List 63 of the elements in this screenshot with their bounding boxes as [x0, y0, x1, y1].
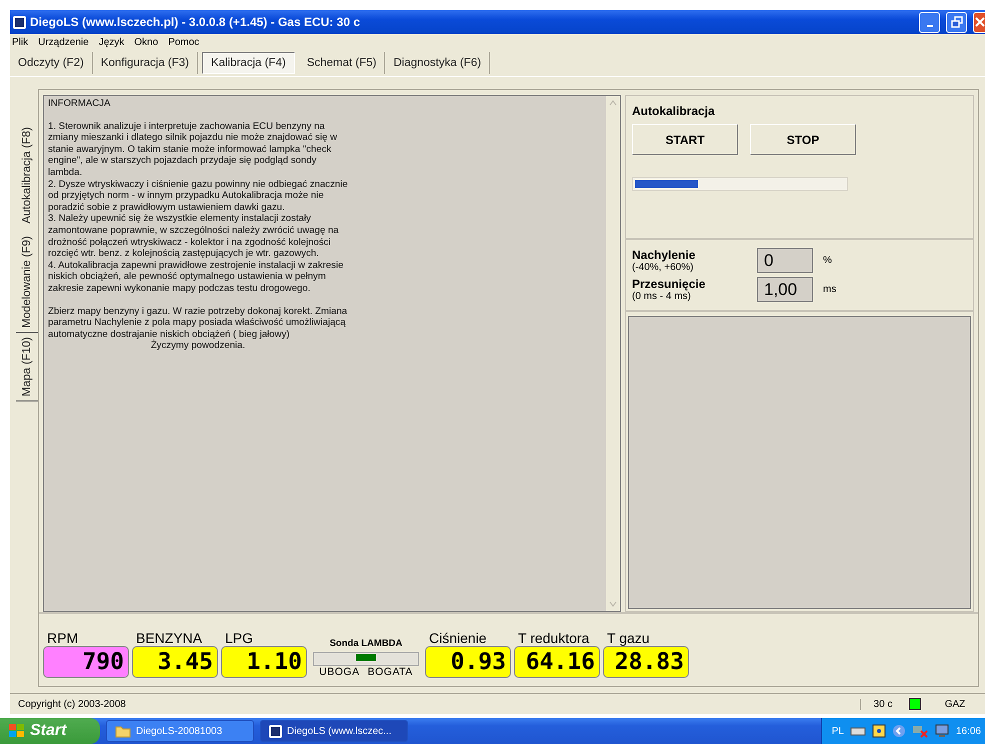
monitor-icon[interactable]	[934, 724, 950, 738]
window-title: DiegoLS (www.lsczech.pl) - 3.0.0.8 (+1.45) - Gas ECU: 30 c	[30, 15, 360, 29]
rich-label: BOGATA	[368, 666, 413, 678]
windows-flag-icon	[8, 723, 26, 739]
unit-label: %	[823, 255, 832, 266]
restore-button[interactable]	[946, 12, 967, 32]
tab[interactable]: Kalibracja (F4)	[202, 52, 295, 74]
info-paragraph: 1. Sterownik analizuje i interpretuje zachowania ECU benzyny na zmiany mieszanki i dlatego silnik pojazdu nie może znajdować się w stanie awaryjnym. O takim stanie może informować lampka "check engine", ale w starszych pojazdach przydaje się podgląd sondy lambda.	[48, 120, 338, 179]
lambda-title: Sonda LAMBDA	[330, 638, 402, 649]
taskbar-item[interactable]: DiegoLS-20081003	[106, 720, 254, 742]
copyright-text: Copyright (c) 2003-2008	[17, 698, 127, 710]
minimize-icon	[926, 25, 932, 27]
keyboard-icon[interactable]	[850, 726, 866, 736]
minimize-button[interactable]	[919, 12, 940, 32]
gauge-display: 1.10	[221, 646, 307, 678]
gauge-display: 28.83	[603, 646, 689, 678]
menu-item[interactable]: Plik	[12, 36, 28, 48]
tab[interactable]: Odczyty (F2)	[10, 52, 93, 74]
menu-item[interactable]: Okno	[134, 36, 158, 48]
info-paragraph: 4. Autokalibracja zapewni prawidłowe zestrojenie instalacji w zakresie niskich obciążeń, ale pewność optymalnego ustawienia w pełnym zakresie zapewni wykonanie mapy podczas testu drogowego.	[48, 260, 344, 294]
gauge-label: RPM	[46, 631, 80, 646]
taskbar-item[interactable]: DiegoLS (www.lsczec...	[260, 720, 408, 742]
info-heading: INFORMACJA	[48, 98, 112, 110]
tab[interactable]: Schemat (F5)	[298, 52, 386, 74]
menu-item[interactable]: Urządzenie	[38, 36, 89, 48]
info-paragraph: 2. Dysze wtryskiwaczy i ciśnienie gazu powinny nie odbiegać znacznie od przyjętych norm - w innym przypadku Autokalibracja może nie poradzić sobie z prawidłowym ustawieniem dawki gazu.	[48, 178, 348, 214]
close-icon	[974, 17, 984, 27]
app-icon	[269, 724, 282, 738]
chevron-icon[interactable]	[892, 724, 906, 738]
lean-label: UBOGA	[319, 666, 360, 678]
gauge-label: T reduktora	[517, 631, 590, 646]
action-button[interactable]: STOP	[750, 124, 856, 155]
gauge-label: T gazu	[606, 631, 651, 646]
param-label: Nachylenie	[632, 248, 696, 262]
action-button[interactable]: START	[632, 124, 738, 155]
unit-label: ms	[823, 284, 836, 295]
menu-item[interactable]: Pomoc	[168, 36, 200, 48]
gauge-label: BENZYNA	[135, 631, 204, 646]
mode-text: GAZ	[944, 698, 966, 710]
param-field[interactable]: 1,00	[757, 277, 813, 302]
tab[interactable]: Diagnostyka (F6)	[385, 52, 490, 74]
app-icon	[13, 16, 26, 28]
help-icon[interactable]	[872, 724, 886, 738]
restore-icon	[950, 16, 962, 28]
section-title: Autokalibracja	[632, 104, 716, 118]
gauge-display: 3.45	[132, 646, 218, 678]
menu-item[interactable]: Język	[98, 36, 124, 48]
gauge-label: Ciśnienie	[428, 631, 488, 646]
closing-text: Życzymy powodzenia.	[150, 340, 246, 352]
param-range: (-40%, +60%)	[632, 262, 694, 273]
param-range: (0 ms - 4 ms)	[632, 291, 692, 302]
param-field[interactable]: 0	[757, 248, 813, 273]
close-button[interactable]	[973, 12, 985, 32]
gauge-display: 64.16	[514, 646, 600, 678]
info-paragraph: 3. Należy upewnić się że wszystkie elementy instalacji zostały zamontowane poprawnie, w szczególności należy zwrócić uwagę na drożność połączeń wtryskiwacz - kolektor i na zgodność kolejności rozcięć wtr. benz. z kolejnością zastępujących je wtr. gazowych.	[48, 213, 340, 260]
clock-text: 16:06	[956, 726, 981, 736]
folder-icon	[115, 724, 131, 738]
gauge-display: 0.93	[425, 646, 511, 678]
info-paragraph: Zbierz mapy benzyny i gazu. W razie potrzeby dokonaj korekt. Zmiana parametru Nachylenie z pola mapy posiada właściwość umożliwiającą automatyczne dostrajanie niskich obciążeń ( bieg jałowy)	[48, 306, 348, 340]
gauge-label: LPG	[224, 631, 254, 646]
param-label: Przesunięcie	[632, 277, 706, 291]
tab[interactable]: Konfiguracja (F3)	[92, 52, 198, 74]
gauge-display: 790	[43, 646, 129, 678]
